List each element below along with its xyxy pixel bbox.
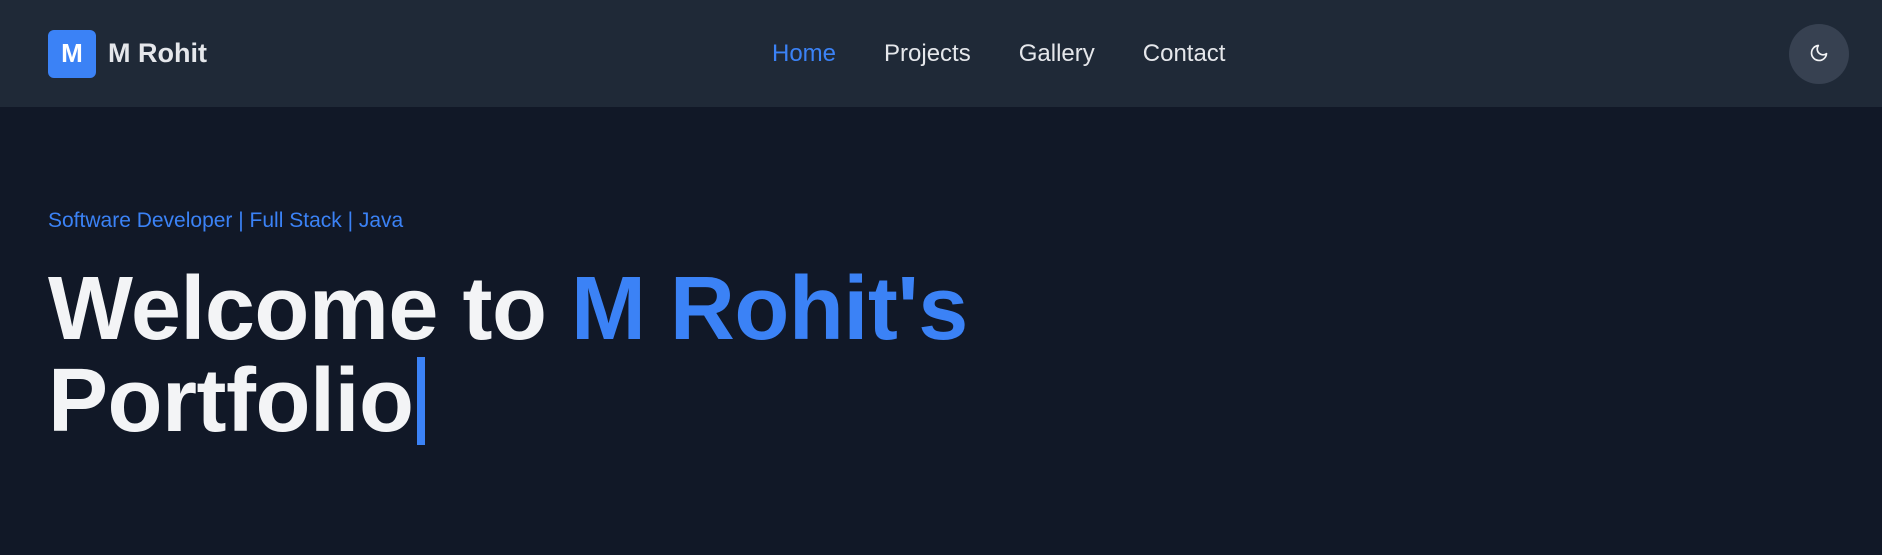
navbar: M M Rohit Home Projects Gallery Contact: [0, 0, 1882, 107]
theme-toggle-button[interactable]: [1789, 24, 1849, 84]
headline-suffix: Portfolio: [48, 351, 414, 451]
hero-tagline: Software Developer | Full Stack | Java: [48, 209, 404, 232]
moon-icon: [1809, 43, 1829, 66]
brand-name: M Rohit: [108, 38, 207, 68]
headline-accent: M Rohit's: [570, 259, 968, 359]
headline-prefix: Welcome to: [48, 259, 571, 359]
nav-link-home[interactable]: Home: [772, 40, 836, 68]
hero-headline: Welcome to M Rohit's Portfolio: [48, 263, 1834, 447]
nav-link-gallery[interactable]: Gallery: [1019, 40, 1095, 68]
logo-mark: M: [48, 29, 96, 78]
hero-section: Software Developer | Full Stack | Java W…: [48, 107, 1834, 447]
brand-link[interactable]: M M Rohit: [48, 29, 207, 78]
nav-link-contact[interactable]: Contact: [1143, 40, 1226, 68]
typing-cursor: [417, 357, 426, 445]
nav-link-projects[interactable]: Projects: [884, 40, 971, 68]
main-nav: Home Projects Gallery Contact: [772, 0, 1225, 107]
